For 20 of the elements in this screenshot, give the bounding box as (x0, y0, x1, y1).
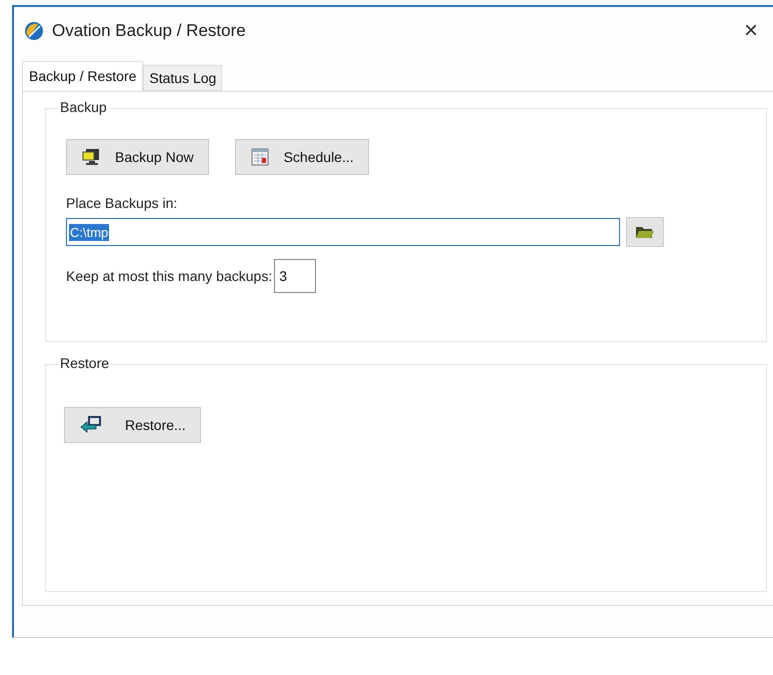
browse-button[interactable] (626, 217, 664, 247)
app-logo-icon (24, 21, 44, 41)
field-value: C:\tmp (69, 224, 110, 240)
restore-button[interactable]: Restore... (64, 407, 201, 443)
toolbar-button[interactable]: Schedule... (234, 139, 369, 175)
window-title: Ovation Backup / Restore (52, 21, 246, 41)
field-label: Keep at most this many backups: (66, 268, 272, 284)
tab[interactable]: Status Log (143, 65, 222, 91)
return-arrow-icon (79, 415, 103, 435)
group-title: Backup (58, 99, 109, 115)
group-title: Restore (58, 355, 112, 371)
toolbar-button[interactable]: Backup Now (66, 139, 209, 175)
computer-folder-icon (81, 147, 101, 167)
folder-icon (635, 224, 655, 240)
field-label: Place Backups in: (66, 195, 178, 211)
close-button[interactable]: × (744, 17, 758, 45)
calendar-icon (250, 147, 270, 167)
path-field[interactable]: C:\tmp (66, 218, 620, 246)
tab[interactable]: Backup / Restore (22, 61, 144, 91)
count-field[interactable]: 3 (274, 259, 316, 293)
